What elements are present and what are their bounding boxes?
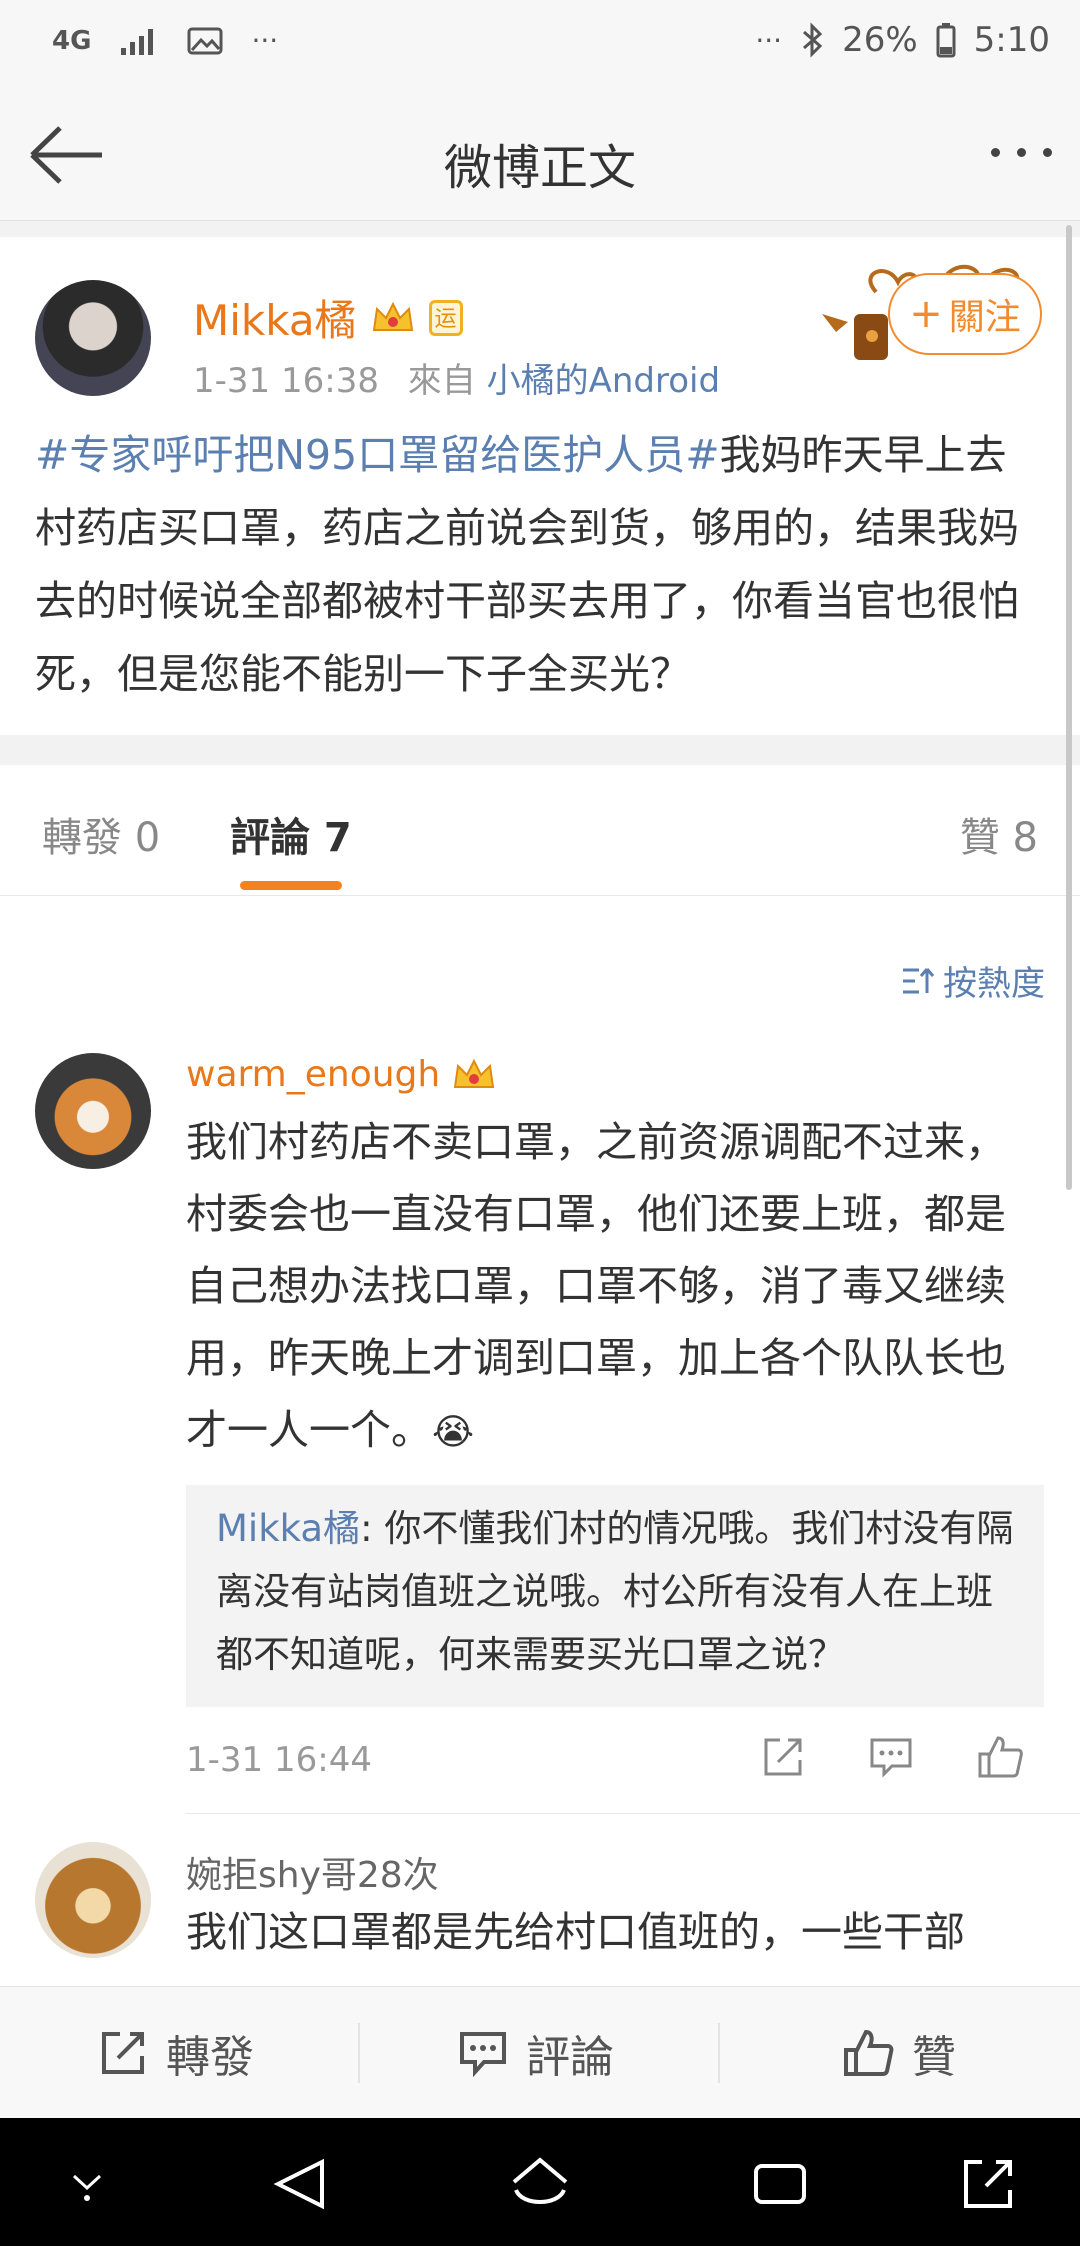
status-bar: 4G ··· ··· 26% 5:10 [0, 0, 1080, 90]
post-meta: 1-31 16:38 來自 小橘的Android [193, 353, 720, 402]
clock: 5:10 [973, 20, 1050, 60]
tab-repost[interactable]: 轉發 0 [42, 805, 160, 863]
comment-author[interactable]: warm_enough [186, 1054, 440, 1095]
comment-avatar[interactable] [35, 1842, 151, 1958]
battery-percent: 26% [842, 20, 918, 60]
signal-icon [119, 26, 159, 56]
repost-button[interactable]: 轉發 [98, 1987, 254, 2119]
author-name[interactable]: Mikka橘 [193, 287, 357, 348]
vip-crown-icon [452, 1057, 496, 1093]
like-icon[interactable] [976, 1734, 1024, 1780]
comment-divider [186, 1813, 1080, 1814]
comment-actions [760, 1734, 1024, 1780]
comment-author[interactable]: 婉拒shy哥28次 [186, 1846, 439, 1898]
crying-emoji-icon: 😭 [432, 1412, 475, 1453]
battery-icon [936, 22, 956, 58]
follow-button[interactable]: + 關注 [888, 273, 1042, 355]
vip-crown-icon [371, 300, 415, 336]
image-notification-icon [187, 26, 223, 56]
reply-box[interactable]: Mikka橘: 你不懂我们村的情况哦。我们村没有隔离没有站岗值班之说哦。村公所有… [186, 1485, 1044, 1707]
sort-label: 按熱度 [943, 964, 1045, 1004]
comment-time: 1-31 16:44 [186, 1740, 372, 1780]
more-options-icon[interactable] [991, 148, 1052, 157]
toolbar-divider [718, 2023, 720, 2083]
more-notifications-icon: ··· [251, 24, 279, 57]
like-label: 贊 [912, 2032, 956, 2083]
tab-bar: 轉發 0 評論 7 贊 8 [0, 765, 1080, 896]
page-title: 微博正文 [443, 140, 636, 196]
comment-author-row: warm_enough [186, 1054, 496, 1095]
post-body: #专家呼吁把N95口罩留给医护人员#我妈昨天早上去村药店买口罩，药店之前说会到货… [35, 419, 1047, 711]
reply-author[interactable]: Mikka橘 [216, 1507, 360, 1550]
post-time: 1-31 16:38 [193, 361, 379, 401]
comment-avatar[interactable] [35, 1053, 151, 1169]
follow-label: 關注 [948, 297, 1021, 338]
nav-bar: 微博正文 [0, 90, 1080, 221]
post-card: Mikka橘 运 1-31 16:38 來自 小橘的Android + 關注 #… [0, 237, 1080, 735]
source-prefix: 來自 [407, 361, 476, 401]
sort-button[interactable]: 按熱度 [901, 956, 1045, 1005]
repost-label: 轉發 [166, 2032, 254, 2083]
comment-body: 我们村药店不卖口罩，之前资源调配不过来，村委会也一直没有口罩，他们还要上班，都是… [186, 1118, 1006, 1454]
yun-badge-icon: 运 [428, 299, 463, 336]
tab-like[interactable]: 贊 8 [960, 805, 1038, 863]
comment-text: 我们这口罩都是先给村口值班的，一些干部 [186, 1908, 965, 1956]
network-label: 4G [52, 25, 92, 56]
share-icon[interactable] [760, 1734, 806, 1780]
scrollbar[interactable] [1066, 225, 1072, 1190]
comment-label: 評論 [526, 2032, 614, 2083]
expand-nav-icon[interactable] [960, 2156, 1016, 2212]
comment-icon[interactable] [868, 1734, 914, 1780]
comment-text: 我们村药店不卖口罩，之前资源调配不过来，村委会也一直没有口罩，他们还要上班，都是… [186, 1106, 1046, 1469]
post-source[interactable]: 小橘的Android [487, 361, 720, 401]
back-nav-icon[interactable] [272, 2156, 328, 2212]
like-icon [842, 2028, 894, 2078]
toolbar-divider [358, 2023, 360, 2083]
comment-button[interactable]: 評論 [458, 1987, 614, 2119]
bluetooth-icon [800, 22, 824, 58]
more-notifications-icon: ··· [755, 23, 783, 57]
bottom-toolbar: 轉發 評論 贊 [0, 1986, 1080, 2119]
like-button[interactable]: 贊 [842, 1987, 956, 2119]
topic-link[interactable]: #专家呼吁把N95口罩留给医护人员# [35, 431, 720, 479]
author-avatar[interactable] [35, 280, 151, 396]
hide-keyboard-icon[interactable] [64, 2166, 110, 2206]
comment-list: 按熱度 warm_enough 我们村药店不卖口罩，之前资源调配不过来，村委会也… [0, 896, 1080, 1986]
android-nav-bar [0, 2118, 1080, 2246]
recents-nav-icon[interactable] [752, 2156, 808, 2212]
home-nav-icon[interactable] [510, 2156, 570, 2212]
author-name-row: Mikka橘 运 [193, 287, 463, 348]
tab-comment[interactable]: 評論 7 [230, 805, 352, 863]
active-tab-indicator [240, 881, 342, 890]
repost-icon [98, 2028, 148, 2078]
plus-icon: + [909, 291, 943, 337]
sort-icon [901, 965, 935, 997]
comment-icon [458, 2028, 508, 2078]
